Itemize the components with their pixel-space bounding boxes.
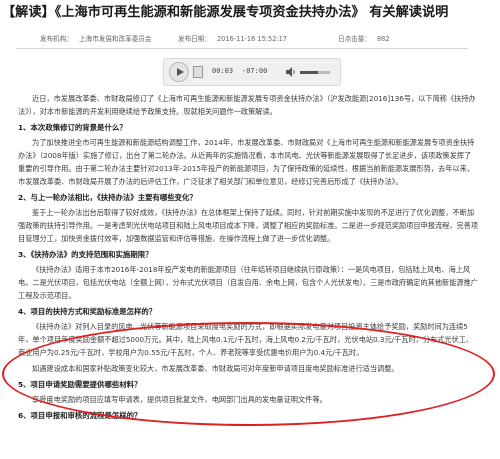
meta-divider xyxy=(16,48,468,49)
date-label: 发布日期： xyxy=(178,35,211,43)
page-title: 【解读】《上海市可再生能源和新能源发展专项资金扶持办法》 有关解读说明 xyxy=(2,5,449,20)
article-body: 近日，市发展改革委、市财政局修订了《上海市可再生能源和新能源发展专项资金扶持办法… xyxy=(18,92,478,424)
volume-slider[interactable] xyxy=(300,71,330,74)
audio-player: 00:03 -07:00 xyxy=(163,58,341,86)
total-time: -07:00 xyxy=(242,67,268,75)
views-label: 日点击量： xyxy=(338,35,371,43)
publisher-label: 发布机构： xyxy=(40,35,73,43)
paragraph: 鉴于上一轮办法出台后取得了较好成效，《扶持办法》在总体框架上保持了延续。同时，针… xyxy=(18,208,479,243)
section-heading: 6、项目申报和审核的流程是怎样的？ xyxy=(18,411,142,420)
section-heading: 2、与上一轮办法相比，《扶持办法》主要有哪些变化？ xyxy=(18,193,197,202)
stop-icon[interactable] xyxy=(193,66,203,78)
paragraph: 《扶持办法》适用于本市2016年-2018年投产发电的新能源项目（往年结转项目继… xyxy=(18,265,478,300)
paragraph: 享受度电奖励的项目应填写申请表，提供项目批复文件、电网部门出具的发电量证明文件等… xyxy=(32,395,327,404)
section-heading: 3、《扶持办法》的支持范围和实施期限？ xyxy=(18,250,153,259)
volume-level xyxy=(300,71,318,74)
section-heading: 4、项目的扶持方式和奖励标准是怎样的？ xyxy=(18,307,157,316)
volume-icon[interactable] xyxy=(286,67,296,77)
date-info: 发布日期： 2016-11-16 15:52:17 xyxy=(178,33,287,43)
publisher-value: 上海市发展和改革委员会 xyxy=(78,35,152,43)
play-button[interactable] xyxy=(169,62,189,82)
publisher-info: 发布机构： 上海市发展和改革委员会 xyxy=(40,33,152,43)
section-heading: 5、项目申请奖励需要提供哪些材料？ xyxy=(18,380,142,389)
paragraph: 如遇建设成本和国家补贴政策变化较大，市发展改革委、市财政局可对年度新申请项目度电… xyxy=(32,364,399,373)
paragraph: 为了加快推进全市可再生能源和新能源结构调整工作，2014年，市发展改革委、市财政… xyxy=(18,138,475,186)
views-value: 882 xyxy=(376,35,390,43)
paragraph: 近日，市发展改革委、市财政局修订了《上海市可再生能源和新能源发展专项资金扶持办法… xyxy=(18,94,476,116)
paragraph: 《扶持办法》对列入目录的风电、光伏等新能源项目采取度电奖励的方式，即根据实际发电… xyxy=(18,322,474,357)
section-heading: 1、本次政策修订的背景是什么？ xyxy=(18,123,127,132)
current-time: 00:03 xyxy=(212,67,234,75)
views-info: 日点击量： 882 xyxy=(338,33,390,43)
date-value: 2016-11-16 15:52:17 xyxy=(216,35,287,43)
